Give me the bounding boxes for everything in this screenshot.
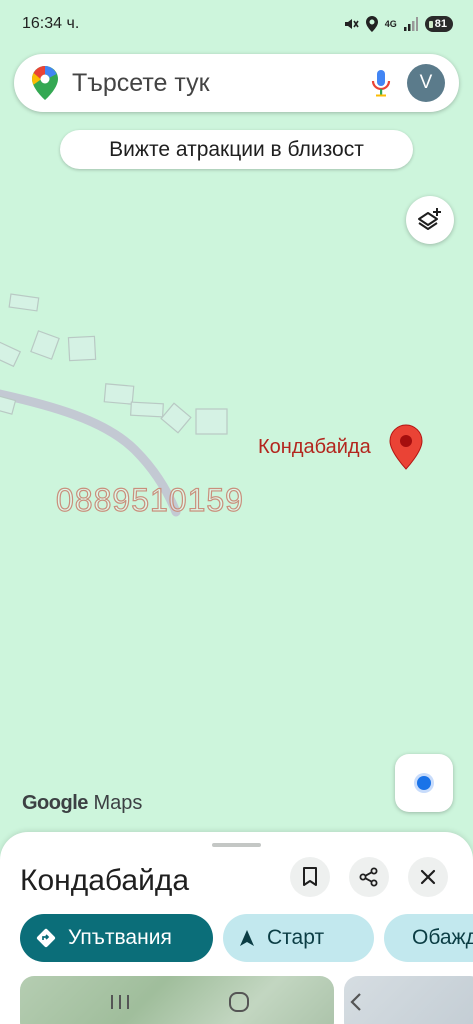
home-icon[interactable] bbox=[228, 991, 250, 1013]
my-location-button[interactable] bbox=[395, 754, 453, 812]
phone-watermark: 0889510159 bbox=[55, 481, 244, 518]
call-button[interactable]: Обаждане bbox=[384, 914, 473, 962]
location-icon bbox=[365, 16, 378, 32]
status-icons: 4G 81 bbox=[343, 16, 453, 32]
navigation-arrow-icon bbox=[240, 930, 254, 946]
google-maps-pin-icon bbox=[32, 66, 58, 100]
close-button[interactable] bbox=[408, 857, 448, 897]
signal-icon bbox=[403, 17, 418, 31]
share-icon bbox=[359, 867, 378, 887]
my-location-icon bbox=[417, 776, 431, 790]
maps-wordmark: Maps bbox=[93, 792, 143, 814]
bookmark-icon bbox=[303, 867, 317, 886]
system-nav-bar bbox=[0, 980, 473, 1024]
account-avatar[interactable]: V bbox=[407, 64, 445, 102]
google-wordmark: Google bbox=[22, 792, 88, 814]
google-maps-logo: Google Maps bbox=[22, 792, 142, 815]
sheet-drag-handle[interactable] bbox=[212, 843, 261, 847]
action-row: Упътвания Старт Обаждане bbox=[20, 914, 473, 962]
network-type: 4G bbox=[384, 18, 397, 29]
call-label: Обаждане bbox=[412, 926, 473, 949]
share-button[interactable] bbox=[349, 857, 389, 897]
map-pin-icon[interactable] bbox=[389, 424, 423, 470]
directions-button[interactable]: Упътвания bbox=[20, 914, 213, 962]
search-bar[interactable]: Търсете тук V bbox=[14, 54, 459, 112]
status-time: 16:34 ч. bbox=[22, 15, 80, 32]
back-icon[interactable] bbox=[348, 992, 364, 1012]
directions-icon bbox=[36, 928, 56, 948]
map-place-label[interactable]: Кондабайда bbox=[258, 436, 371, 459]
place-title: Кондабайда bbox=[20, 864, 190, 897]
nearby-attractions-chip[interactable]: Вижте атракции в близост bbox=[60, 130, 413, 169]
start-label: Старт bbox=[267, 926, 325, 949]
close-icon bbox=[420, 869, 436, 885]
search-input[interactable]: Търсете тук bbox=[72, 69, 371, 98]
microphone-icon[interactable] bbox=[371, 69, 391, 97]
save-button[interactable] bbox=[290, 857, 330, 897]
recent-apps-icon[interactable] bbox=[109, 993, 131, 1011]
battery-icon: 81 bbox=[424, 16, 453, 32]
directions-label: Упътвания bbox=[68, 926, 172, 949]
mute-icon bbox=[344, 19, 359, 29]
status-bar: 16:34 ч. 4G 81 bbox=[0, 0, 473, 48]
start-button[interactable]: Старт bbox=[223, 914, 374, 962]
map-buildings bbox=[0, 293, 228, 435]
